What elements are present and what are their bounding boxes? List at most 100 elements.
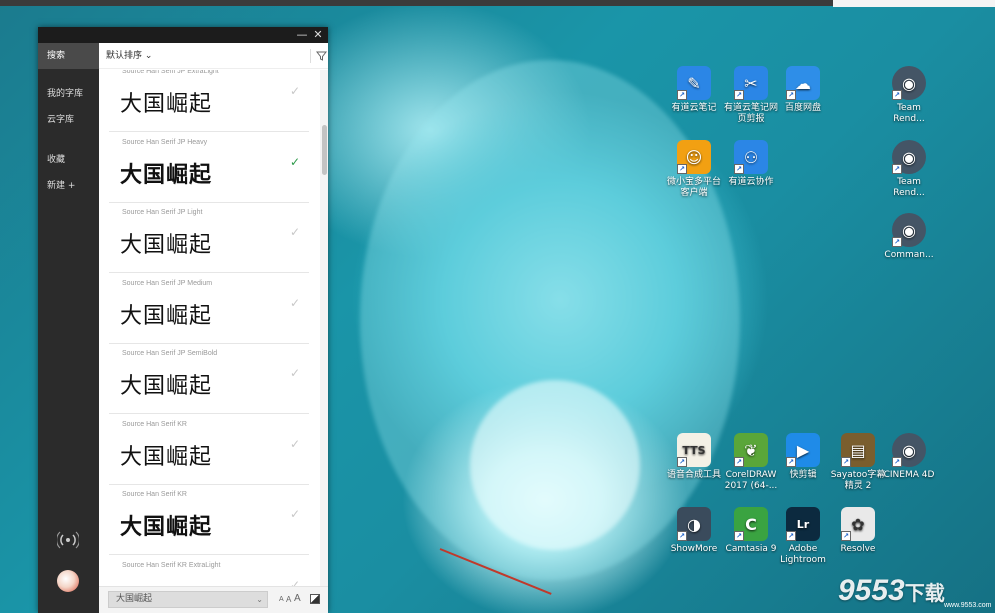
checkmark-icon[interactable]: ✓	[290, 296, 300, 310]
desktop-shortcut[interactable]: ◉ ↗ CINEMA 4D	[881, 433, 937, 481]
app-icon: ✂ ↗	[734, 66, 768, 100]
desktop-shortcut[interactable]: ◑ ↗ ShowMore	[666, 507, 722, 555]
size-small-button[interactable]: A	[279, 596, 284, 603]
desktop-shortcut-label: Sayatoo字幕精灵 2	[830, 470, 886, 491]
scrollbar-thumb[interactable]	[322, 125, 327, 175]
checkmark-icon[interactable]: ✓	[290, 366, 300, 380]
chevron-down-icon[interactable]: ⌄	[256, 592, 263, 607]
app-icon: ◉ ↗	[892, 213, 926, 247]
checkmark-icon[interactable]: ✓	[290, 155, 300, 169]
desktop-shortcut[interactable]: ▶ ↗ 快剪辑	[775, 433, 831, 481]
desktop-shortcut[interactable]: ◉ ↗ Team Rend...	[881, 140, 937, 199]
close-button[interactable]: ✕	[310, 27, 326, 43]
desktop-shortcut[interactable]: ✿ ↗ Resolve	[830, 507, 886, 555]
checkmark-icon[interactable]: ✓	[290, 437, 300, 451]
checkmark-icon[interactable]: ✓	[290, 225, 300, 239]
desktop-shortcut[interactable]: ☺ ↗ 微小宝多平台客户端	[666, 140, 722, 199]
font-name: Source Han Serif KR ExtraLight	[122, 561, 221, 569]
watermark-logo: 9553下载	[838, 574, 945, 607]
font-list-item[interactable]: Source Han Serif JP Heavy 大国崛起 ✓	[109, 133, 309, 203]
desktop-shortcut[interactable]: ✎ ↗ 有道云笔记	[666, 66, 722, 114]
desktop-shortcut[interactable]: ◉ ↗ Team Rend...	[881, 66, 937, 125]
preview-text-input[interactable]: 大国崛起 ⌄	[108, 591, 268, 608]
desktop-shortcut[interactable]: ❦ ↗ CorelDRAW 2017 (64-...	[723, 433, 779, 492]
desktop-shortcut-label: 有道云笔记网页剪报	[723, 103, 778, 124]
toolbar: 默认排序 ⌄	[99, 43, 328, 69]
filter-icon[interactable]	[310, 49, 328, 63]
font-name: Source Han Serif KR	[122, 491, 187, 498]
shortcut-arrow-icon: ↗	[734, 164, 744, 174]
desktop-shortcut-label: ShowMore	[670, 544, 718, 554]
app-icon: ❦ ↗	[734, 433, 768, 467]
font-sample: 大国崛起	[120, 444, 213, 470]
font-sample: 大国崛起	[120, 92, 213, 117]
checkmark-icon[interactable]: ✓	[290, 84, 300, 98]
minimize-button[interactable]: —	[294, 27, 310, 43]
sidebar-item-new[interactable]: 新建 +	[38, 173, 99, 199]
shortcut-arrow-icon: ↗	[677, 531, 687, 541]
app-icon: C ↗	[734, 507, 768, 541]
desktop-shortcut[interactable]: ▤ ↗ Sayatoo字幕精灵 2	[830, 433, 886, 492]
shortcut-arrow-icon: ↗	[892, 237, 902, 247]
app-icon: ☁ ↗	[786, 66, 820, 100]
font-list-item[interactable]: Source Han Serif KR ExtraLight ✓	[109, 556, 309, 587]
chevron-down-icon: ⌄	[144, 51, 153, 61]
sidebar-item-search[interactable]: 搜索	[38, 43, 99, 69]
shortcut-arrow-icon: ↗	[892, 457, 902, 467]
app-icon: TTS ↗	[677, 433, 711, 467]
desktop-shortcut-label: Camtasia 9	[725, 544, 777, 554]
shortcut-arrow-icon: ↗	[892, 164, 902, 174]
desktop-shortcut[interactable]: ☁ ↗ 百度网盘	[775, 66, 831, 114]
app-icon: ▶ ↗	[786, 433, 820, 467]
font-list-item[interactable]: Source Han Serif JP Light 大国崛起 ✓	[109, 203, 309, 273]
sort-dropdown[interactable]: 默认排序 ⌄	[106, 43, 152, 69]
desktop-shortcut-label: 百度网盘	[784, 103, 821, 113]
font-sample: 大国崛起	[120, 514, 213, 540]
desktop-shortcut-label: CINEMA 4D	[883, 470, 935, 480]
desktop-shortcut[interactable]: ✂ ↗ 有道云笔记网页剪报	[723, 66, 779, 125]
checkmark-icon[interactable]: ✓	[290, 578, 300, 587]
desktop-shortcut[interactable]: TTS ↗ 语音合成工具	[666, 433, 722, 481]
shortcut-arrow-icon: ↗	[786, 90, 796, 100]
desktop-shortcut-label: Team Rend...	[893, 177, 925, 198]
checkmark-icon[interactable]: ✓	[290, 507, 300, 521]
font-sample: 大国崛起	[120, 161, 213, 188]
desktop-shortcut[interactable]: Lr ↗ Adobe Lightroom	[775, 507, 831, 566]
font-list-item[interactable]: Source Han Serif KR 大国崛起 ✓	[109, 415, 309, 485]
desktop-shortcut[interactable]: ⚇ ↗ 有道云协作	[723, 140, 779, 188]
font-list-item[interactable]: Source Han Serif JP SemiBold 大国崛起 ✓	[109, 344, 309, 414]
desktop-shortcut-label: 有道云协作	[728, 177, 774, 187]
app-icon: ✎ ↗	[677, 66, 711, 100]
font-sample: 大国崛起	[120, 374, 213, 399]
app-icon: ◉ ↗	[892, 433, 926, 467]
font-sample: 大国崛起	[120, 303, 213, 329]
shortcut-arrow-icon: ↗	[677, 90, 687, 100]
desktop-shortcut-label: 微小宝多平台客户端	[666, 177, 721, 198]
broadcast-icon[interactable]	[56, 529, 80, 551]
desktop-shortcut[interactable]: C ↗ Camtasia 9	[723, 507, 779, 555]
app-icon: ✿ ↗	[841, 507, 875, 541]
size-medium-button[interactable]: A	[286, 595, 291, 604]
font-name: Source Han Serif JP SemiBold	[122, 350, 218, 357]
main-panel: 默认排序 ⌄ Source Han Serif JP ExtraLight 大国崛…	[99, 43, 328, 613]
app-icon: ⚇ ↗	[734, 140, 768, 174]
sidebar-item-cloud-library[interactable]: 云字库	[38, 107, 99, 133]
font-list-item[interactable]: Source Han Serif JP ExtraLight 大国崛起 ✓	[109, 70, 309, 132]
color-toggle-icon[interactable]	[310, 594, 320, 604]
scrollbar[interactable]	[320, 70, 328, 586]
font-sample: 大国崛起	[120, 233, 213, 258]
sidebar-item-favorites[interactable]: 收藏	[38, 147, 99, 173]
app-icon: ◉ ↗	[892, 66, 926, 100]
font-list-item[interactable]: Source Han Serif JP Medium 大国崛起 ✓	[109, 274, 309, 344]
app-icon: ◑ ↗	[677, 507, 711, 541]
sidebar-item-my-library[interactable]: 我的字库	[38, 81, 99, 107]
size-large-button[interactable]: A	[294, 593, 301, 604]
desktop-shortcut-label: Resolve	[840, 544, 876, 554]
font-list-item[interactable]: Source Han Serif KR 大国崛起 ✓	[109, 485, 309, 555]
avatar[interactable]	[57, 570, 79, 592]
desktop-shortcut[interactable]: ◉ ↗ Comman...	[881, 213, 937, 261]
shortcut-arrow-icon: ↗	[677, 457, 687, 467]
app-icon: ▤ ↗	[841, 433, 875, 467]
top-right-panel	[833, 0, 995, 7]
title-bar: — ✕	[38, 27, 328, 43]
